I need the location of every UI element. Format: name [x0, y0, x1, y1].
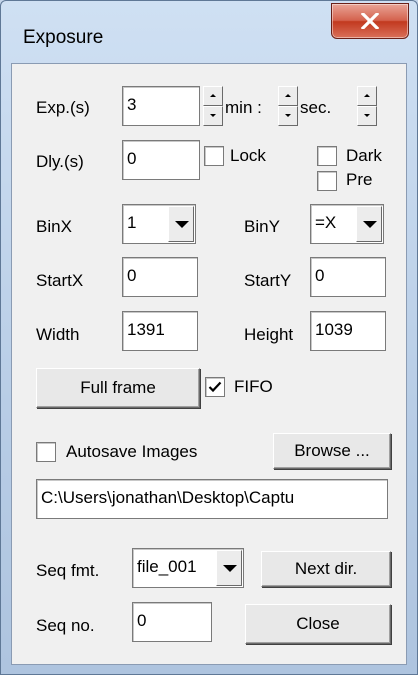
exposure-seconds-spinner[interactable] — [203, 86, 223, 126]
exposure-label: Exp.(s) — [36, 98, 90, 117]
binx-dropdown-button[interactable] — [168, 206, 194, 242]
autosave-label: Autosave Images — [66, 442, 198, 461]
height-input[interactable]: 1039 — [310, 311, 386, 351]
close-button[interactable]: Close — [245, 604, 391, 644]
biny-select[interactable]: =X — [310, 204, 384, 244]
spin-up-arrow-icon — [364, 94, 370, 97]
lock-label: Lock — [230, 146, 266, 165]
delay-input[interactable]: 0 — [122, 140, 200, 180]
form-panel: Exp.(s) 3 min : sec. Dly.(s) 0 Lock Dark… — [16, 58, 401, 659]
min-label: min : — [225, 98, 262, 117]
biny-dropdown-button[interactable] — [356, 206, 382, 242]
binx-select[interactable]: 1 — [122, 204, 196, 244]
fifo-label: FIFO — [234, 377, 273, 396]
seq-fmt-dropdown-button[interactable] — [216, 550, 242, 586]
checkmark-icon — [208, 381, 222, 393]
pre-checkbox[interactable] — [317, 171, 337, 191]
binx-label: BinX — [36, 217, 72, 236]
seq-fmt-value: file_001 — [137, 557, 197, 576]
close-x-icon — [361, 13, 379, 29]
startx-input[interactable]: 0 — [122, 257, 198, 297]
spin-down-button[interactable] — [203, 106, 223, 126]
spin-down-arrow-icon — [364, 114, 370, 117]
delay-label: Dly.(s) — [36, 152, 84, 171]
dropdown-arrow-icon — [175, 221, 189, 228]
dark-checkbox[interactable] — [317, 146, 337, 166]
spin-up-arrow-icon — [210, 94, 216, 97]
seq-fmt-select[interactable]: file_001 — [132, 548, 244, 588]
width-label: Width — [36, 325, 80, 344]
minutes-spinner[interactable] — [278, 86, 298, 126]
spin-down-arrow-icon — [285, 114, 291, 117]
title-bar[interactable]: Exposure — [1, 1, 417, 57]
full-frame-button[interactable]: Full frame — [36, 368, 200, 408]
window-title: Exposure — [23, 27, 104, 48]
seq-no-input[interactable]: 0 — [132, 602, 212, 642]
binx-value: 1 — [127, 213, 137, 232]
window-close-button[interactable] — [331, 3, 409, 39]
spin-up-button[interactable] — [203, 86, 223, 106]
spin-down-button[interactable] — [278, 106, 298, 126]
dropdown-arrow-icon — [363, 221, 377, 228]
seq-fmt-label: Seq fmt. — [36, 561, 100, 580]
spin-down-button[interactable] — [357, 106, 377, 126]
starty-input[interactable]: 0 — [310, 257, 386, 297]
spin-up-arrow-icon — [285, 94, 291, 97]
browse-button[interactable]: Browse ... — [273, 433, 391, 469]
dropdown-arrow-icon — [223, 565, 237, 572]
next-dir-button[interactable]: Next dir. — [261, 551, 391, 587]
biny-value: =X — [315, 213, 337, 232]
spin-up-button[interactable] — [278, 86, 298, 106]
autosave-checkbox[interactable] — [36, 442, 56, 462]
biny-label: BinY — [244, 217, 280, 236]
fifo-checkbox[interactable] — [205, 377, 225, 397]
spin-down-arrow-icon — [210, 114, 216, 117]
spin-up-button[interactable] — [357, 86, 377, 106]
exposure-input[interactable]: 3 — [122, 86, 200, 126]
width-input[interactable]: 1391 — [122, 311, 198, 351]
seconds-spinner[interactable] — [357, 86, 377, 126]
sec-label: sec. — [300, 98, 332, 117]
pre-label: Pre — [346, 170, 373, 189]
dark-label: Dark — [346, 146, 382, 165]
seq-no-label: Seq no. — [36, 616, 95, 635]
lock-checkbox[interactable] — [204, 146, 224, 166]
save-path-input[interactable]: C:\Users\jonathan\Desktop\Captu — [36, 479, 388, 519]
height-label: Height — [244, 325, 294, 344]
starty-label: StartY — [244, 271, 292, 290]
startx-label: StartX — [36, 271, 84, 290]
